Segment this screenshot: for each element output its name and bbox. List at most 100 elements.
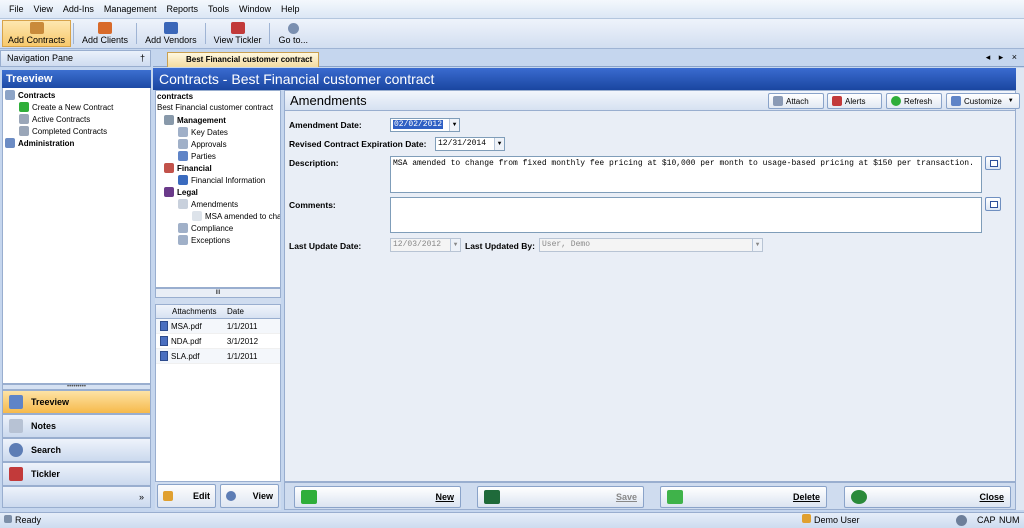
tree-financial[interactable]: Financial [164,163,212,173]
tree-management-label: Management [177,115,226,125]
add-contracts-button[interactable]: Add Contracts [2,20,72,47]
tree-approvals[interactable]: Approvals [178,139,227,149]
attachment-date: 1/1/2011 [226,322,258,331]
form-button-bar: New Save Delete Close [284,482,1016,510]
goto-label: Go to... [278,34,308,45]
menu-tools[interactable]: Tools [203,0,234,19]
menu-view[interactable]: View [29,0,58,19]
table-row[interactable]: NDA.pdf 3/1/2012 [156,334,280,349]
caps-lock-indicator: CAP [977,515,996,525]
attachment-name-cell: SLA.pdf [156,349,223,363]
amendment-date-value: 02/02/2012 [393,120,444,129]
tree-exceptions[interactable]: Exceptions [178,235,230,245]
delete-button[interactable]: Delete [660,486,827,508]
tree-item-active-contracts[interactable]: Active Contracts [19,114,90,124]
chevron-down-icon: ▼ [1007,98,1014,104]
tree-management[interactable]: Management [164,115,226,125]
nav-button-notes[interactable]: Notes [2,414,151,438]
horizontal-scrollbar[interactable]: III [155,288,281,298]
description-field[interactable]: MSA amended to change from fixed monthly… [390,156,982,193]
view-tickler-button[interactable]: View Tickler [208,20,268,47]
add-contracts-label: Add Contracts [8,35,66,45]
management-icon [164,115,174,125]
expand-comments-button[interactable] [985,197,1001,211]
customize-button[interactable]: Customize ▼ [946,93,1020,109]
new-button-label: New [435,492,454,502]
menu-add-ins[interactable]: Add-Ins [58,0,99,19]
tickler-icon [9,467,23,481]
attachment-name-cell: NDA.pdf [156,334,223,348]
save-button[interactable]: Save [477,486,644,508]
nav-button-tickler[interactable]: Tickler [2,462,151,486]
compliance-icon [178,223,188,233]
revised-expiration-date-value: 12/31/2014 [438,139,487,148]
tree-legal[interactable]: Legal [164,187,198,197]
toolbar-separator [136,23,138,44]
tree-parties[interactable]: Parties [178,151,216,161]
customize-icon [951,96,961,106]
add-clients-button[interactable]: Add Clients [76,20,134,47]
menu-window[interactable]: Window [234,0,276,19]
tree-key-dates[interactable]: Key Dates [178,127,228,137]
menu-file[interactable]: File [4,0,29,19]
calendar-icon [178,127,188,137]
chevron-down-icon[interactable]: ▼ [494,138,504,150]
close-button[interactable]: Close [844,486,1011,508]
alerts-button[interactable]: Alerts [827,93,882,109]
tree-contract[interactable]: Best Financial customer contract [157,103,273,112]
table-row[interactable]: MSA.pdf 1/1/2011 [156,319,280,334]
chevron-down-icon[interactable]: ▼ [449,119,459,131]
column-attachments[interactable]: Attachments [156,305,223,318]
amendment-date-picker[interactable]: 02/02/2012 ▼ [390,118,460,132]
tree-item-contracts[interactable]: Contracts [5,90,55,100]
num-lock-indicator: NUM [999,515,1020,525]
tree-item-create-contract[interactable]: Create a New Contract [19,102,113,112]
nav-button-search[interactable]: Search [2,438,151,462]
attachment-name: SLA.pdf [171,351,200,361]
menu-management[interactable]: Management [99,0,162,19]
amendment-date-label: Amendment Date: [289,120,362,130]
tree-financial-information[interactable]: Financial Information [178,175,265,185]
revised-expiration-date-picker[interactable]: 12/31/2014 ▼ [435,137,505,151]
user-icon [802,514,811,523]
goto-button[interactable]: Go to... [272,20,314,47]
menu-bar: File View Add-Ins Management Reports Too… [0,0,1024,19]
tree-item-completed-label: Completed Contracts [32,126,108,136]
content-title: Contracts - Best Financial customer cont… [153,68,1024,90]
customize-button-label: Customize [964,96,1002,106]
pen-icon [19,126,29,136]
view-button[interactable]: View [220,484,279,508]
table-row[interactable]: SLA.pdf 1/1/2011 [156,349,280,364]
column-date[interactable]: Date [223,305,280,318]
tree-amendments[interactable]: Amendments [178,199,238,209]
tree-financial-label: Financial [177,163,212,173]
attach-button[interactable]: Attach [768,93,824,109]
nav-button-treeview[interactable]: Treeview [2,390,151,414]
expand-description-button[interactable] [985,156,1001,170]
pin-icon[interactable]: † [140,51,145,66]
tree-compliance[interactable]: Compliance [178,223,233,233]
tab-best-financial-contract[interactable]: Best Financial customer contract [167,52,320,67]
parties-icon [178,151,188,161]
new-button[interactable]: New [294,486,461,508]
clients-icon [98,22,113,34]
comments-field[interactable] [390,197,982,233]
menu-help[interactable]: Help [276,0,305,19]
tree-compliance-label: Compliance [191,223,234,233]
tab-controls[interactable]: ◂ ▸ × [986,52,1020,63]
edit-button[interactable]: Edit [157,484,216,508]
contract-tree: contracts Best Financial customer contra… [155,90,281,288]
tree-item-completed-contracts[interactable]: Completed Contracts [19,126,107,136]
add-vendors-button[interactable]: Add Vendors [139,20,203,47]
tree-root[interactable]: contracts [157,92,193,101]
attachments-header: Attachments Date [156,305,280,319]
delete-button-label: Delete [792,492,820,502]
tree-item-administration[interactable]: Administration [5,138,74,148]
tree-msa-amended[interactable]: MSA amended to cha [192,211,280,221]
vertical-scrollbar[interactable] [1016,68,1024,510]
nav-more-button[interactable]: » [2,486,151,508]
last-updated-by-label: Last Updated By: [465,241,535,251]
status-user-label: Demo User [814,515,860,525]
refresh-button[interactable]: Refresh [886,93,942,109]
menu-reports[interactable]: Reports [161,0,203,19]
